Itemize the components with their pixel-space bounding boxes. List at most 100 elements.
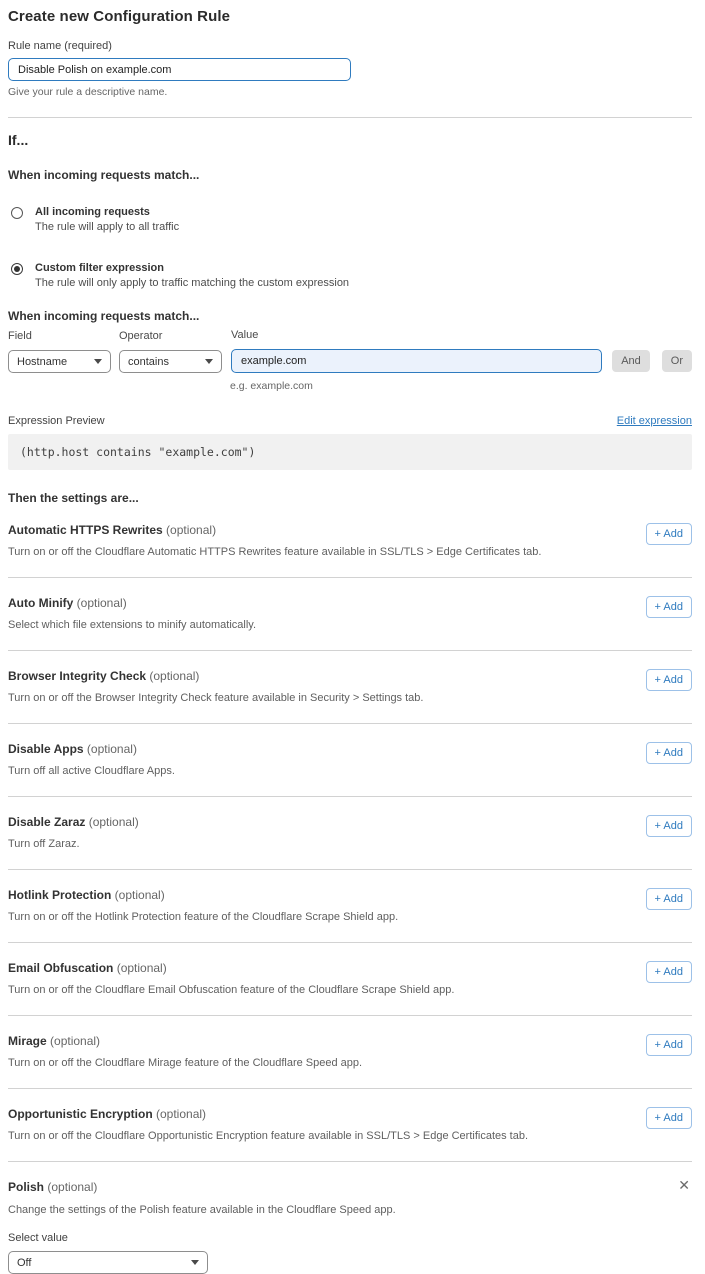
setting-text: Hotlink Protection (optional) Turn on or… [8,886,398,923]
setting-title: Polish [8,1180,44,1194]
optional-label: (optional) [146,669,199,683]
and-button[interactable]: And [612,350,650,372]
operator-label: Operator [119,330,222,342]
match-heading: When incoming requests match... [8,168,692,182]
radio-icon[interactable] [11,207,23,219]
setting-description: Turn on or off the Cloudflare Opportunis… [8,1130,528,1142]
value-input[interactable] [231,349,602,373]
add-browser-integrity-check-button[interactable]: + Add [646,669,692,691]
if-heading: If... [8,132,692,148]
field-select-value: Hostname [17,356,67,368]
then-settings-heading: Then the settings are... [8,491,692,505]
radio-description: The rule will only apply to traffic matc… [35,277,349,289]
setting-disable-apps: Disable Apps (optional) Turn off all act… [8,724,692,797]
setting-description: Select which file extensions to minify a… [8,619,256,631]
setting-automatic-https-rewrites: Automatic HTTPS Rewrites (optional) Turn… [8,505,692,578]
rule-name-label: Rule name (required) [8,40,692,52]
expression-builder-heading: When incoming requests match... [8,309,692,323]
or-button[interactable]: Or [662,350,692,372]
setting-text: Browser Integrity Check (optional) Turn … [8,667,423,704]
optional-label: (optional) [153,1107,206,1121]
radio-icon[interactable] [11,263,23,275]
edit-expression-link[interactable]: Edit expression [617,415,692,427]
setting-opportunistic-encryption: Opportunistic Encryption (optional) Turn… [8,1089,692,1162]
setting-title: Automatic HTTPS Rewrites [8,523,163,537]
add-automatic-https-rewrites-button[interactable]: + Add [646,523,692,545]
expression-preview-label: Expression Preview [8,415,105,427]
expression-builder-row: Field Hostname Operator contains Value A… [8,329,692,373]
value-helper: e.g. example.com [230,380,692,392]
setting-description: Change the settings of the Polish featur… [8,1204,692,1216]
optional-label: (optional) [85,815,138,829]
setting-title: Mirage [8,1034,47,1048]
setting-title: Disable Zaraz [8,815,85,829]
radio-option-custom-filter-expression[interactable]: Custom filter expression The rule will o… [8,262,692,289]
configuration-rule-form: Create new Configuration Rule Rule name … [0,0,705,1274]
setting-description: Turn off all active Cloudflare Apps. [8,765,175,777]
setting-title: Browser Integrity Check [8,669,146,683]
radio-text: Custom filter expression The rule will o… [35,262,349,289]
close-icon[interactable]: ✕ [676,1179,692,1191]
setting-email-obfuscation: Email Obfuscation (optional) Turn on or … [8,943,692,1016]
setting-text: Opportunistic Encryption (optional) Turn… [8,1105,528,1142]
setting-title: Disable Apps [8,742,84,756]
setting-text: Mirage (optional) Turn on or off the Clo… [8,1032,362,1069]
add-disable-apps-button[interactable]: + Add [646,742,692,764]
setting-description: Turn on or off the Hotlink Protection fe… [8,911,398,923]
setting-description: Turn on or off the Cloudflare Automatic … [8,546,541,558]
radio-label: All incoming requests [35,206,179,218]
radio-dot [14,266,20,272]
add-email-obfuscation-button[interactable]: + Add [646,961,692,983]
optional-label: (optional) [113,961,166,975]
operator-select-value: contains [128,356,169,368]
radio-label: Custom filter expression [35,262,349,274]
setting-title: Opportunistic Encryption [8,1107,153,1121]
optional-label: (optional) [111,888,164,902]
chevron-down-icon [205,359,213,364]
setting-mirage: Mirage (optional) Turn on or off the Clo… [8,1016,692,1089]
radio-description: The rule will apply to all traffic [35,221,179,233]
select-value-label: Select value [8,1232,692,1244]
setting-text: Automatic HTTPS Rewrites (optional) Turn… [8,521,541,558]
optional-label: (optional) [73,596,126,610]
expression-preview-header: Expression Preview Edit expression [8,415,692,427]
radio-option-all-incoming-requests[interactable]: All incoming requests The rule will appl… [8,206,692,233]
setting-description: Turn off Zaraz. [8,838,139,850]
polish-value-select[interactable]: Off [8,1251,208,1274]
optional-label: (optional) [47,1034,100,1048]
setting-title: Hotlink Protection [8,888,111,902]
field-label: Field [8,330,111,342]
setting-title: Email Obfuscation [8,961,113,975]
add-opportunistic-encryption-button[interactable]: + Add [646,1107,692,1129]
setting-hotlink-protection: Hotlink Protection (optional) Turn on or… [8,870,692,943]
setting-title: Auto Minify [8,596,73,610]
chevron-down-icon [94,359,102,364]
value-label: Value [231,329,602,341]
setting-description: Turn on or off the Browser Integrity Che… [8,692,423,704]
setting-browser-integrity-check: Browser Integrity Check (optional) Turn … [8,651,692,724]
add-disable-zaraz-button[interactable]: + Add [646,815,692,837]
operator-select[interactable]: contains [119,350,222,373]
field-select[interactable]: Hostname [8,350,111,373]
setting-text: Auto Minify (optional) Select which file… [8,594,256,631]
section-divider [8,117,692,118]
setting-text: Email Obfuscation (optional) Turn on or … [8,959,454,996]
setting-disable-zaraz: Disable Zaraz (optional) Turn off Zaraz.… [8,797,692,870]
setting-text: Disable Apps (optional) Turn off all act… [8,740,175,777]
add-hotlink-protection-button[interactable]: + Add [646,888,692,910]
setting-description: Turn on or off the Cloudflare Mirage fea… [8,1057,362,1069]
setting-auto-minify: Auto Minify (optional) Select which file… [8,578,692,651]
page-title: Create new Configuration Rule [8,8,692,25]
add-auto-minify-button[interactable]: + Add [646,596,692,618]
optional-label: (optional) [84,742,137,756]
setting-description: Turn on or off the Cloudflare Email Obfu… [8,984,454,996]
chevron-down-icon [191,1260,199,1265]
setting-text: Disable Zaraz (optional) Turn off Zaraz. [8,813,139,850]
expression-preview-code: (http.host contains "example.com") [8,434,692,470]
setting-polish: Polish (optional) ✕ Change the settings … [8,1162,692,1274]
rule-name-helper: Give your rule a descriptive name. [8,86,692,98]
polish-select-value: Off [17,1257,31,1269]
rule-name-input[interactable] [8,58,351,81]
add-mirage-button[interactable]: + Add [646,1034,692,1056]
optional-label: (optional) [44,1180,97,1194]
